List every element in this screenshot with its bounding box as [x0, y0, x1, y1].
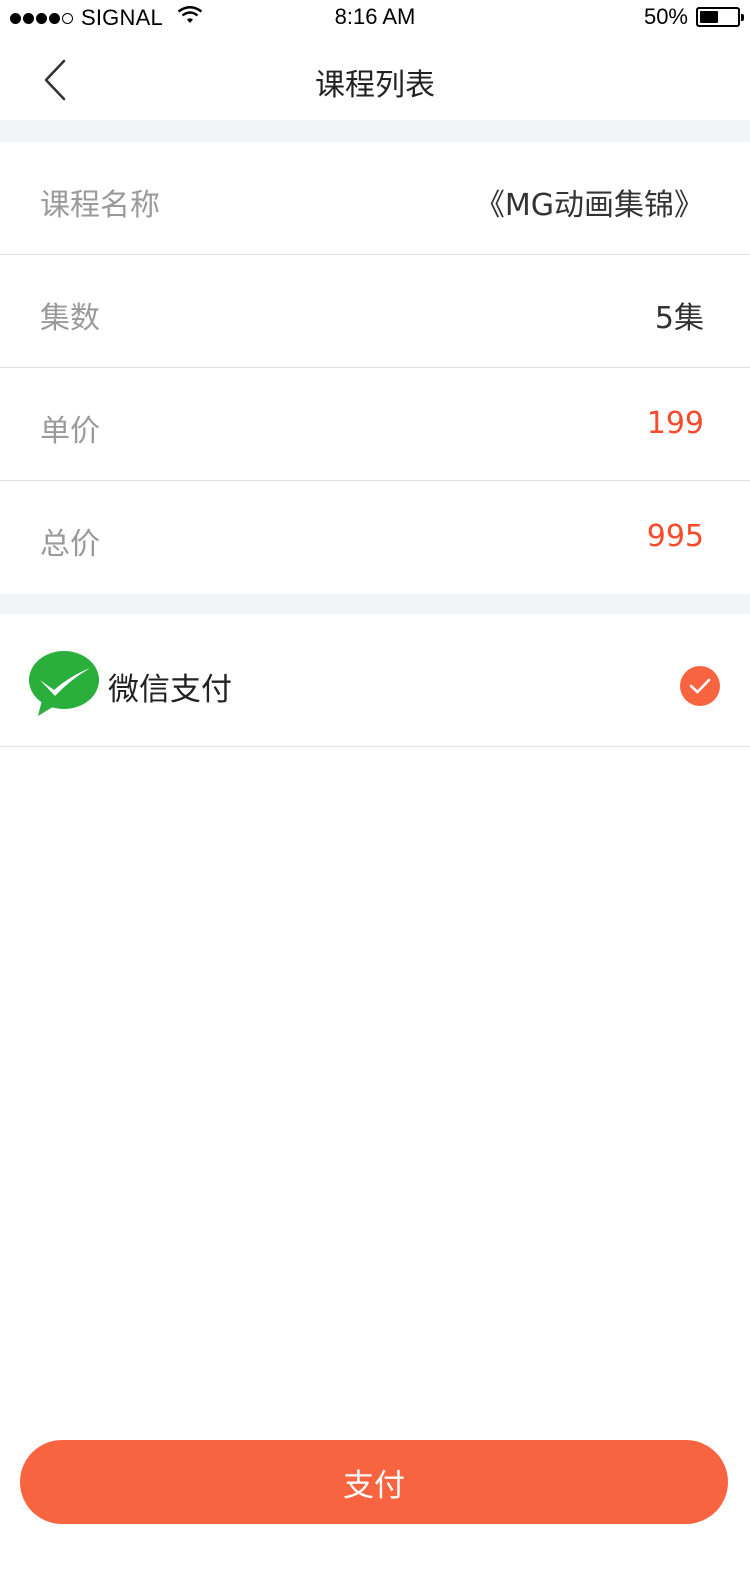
status-right: 50% [643, 4, 744, 30]
battery-icon [696, 7, 744, 27]
unit-price-label: 单价 [40, 414, 100, 449]
payment-page: SIGNAL 8:16 AM 50% 课程列表 课程名称 《MG动画集锦》 集数… [0, 0, 750, 1587]
episodes-value: 5集 [654, 301, 704, 336]
course-name-label: 课程名称 [40, 188, 160, 223]
wechat-pay-option[interactable]: 微信支付 [0, 614, 750, 747]
battery-percent: 50% [643, 4, 688, 29]
battery-fill [700, 11, 718, 23]
total-price-row: 总价 995 [0, 481, 750, 594]
wechat-pay-icon [28, 650, 100, 720]
unit-price-row: 单价 199 [0, 368, 750, 481]
unit-price-value: 199 [646, 406, 704, 441]
course-name-value: 《MG动画集锦》 [474, 188, 704, 223]
course-detail-list: 课程名称 《MG动画集锦》 集数 5集 单价 199 总价 995 [0, 142, 750, 594]
nav-bar: 课程列表 [0, 38, 750, 120]
selected-check-icon[interactable] [680, 666, 720, 706]
episodes-row: 集数 5集 [0, 255, 750, 368]
course-name-row: 课程名称 《MG动画集锦》 [0, 142, 750, 255]
episodes-label: 集数 [40, 301, 100, 336]
status-time: 8:16 AM [334, 4, 416, 29]
total-price-label: 总价 [40, 527, 100, 562]
pay-button[interactable]: 支付 [20, 1440, 728, 1524]
section-divider [0, 120, 750, 142]
section-divider [0, 594, 750, 614]
wechat-pay-label: 微信支付 [108, 672, 232, 708]
status-bar: SIGNAL 8:16 AM 50% [0, 0, 750, 38]
page-title: 课程列表 [315, 68, 435, 103]
total-price-value: 995 [646, 519, 704, 554]
